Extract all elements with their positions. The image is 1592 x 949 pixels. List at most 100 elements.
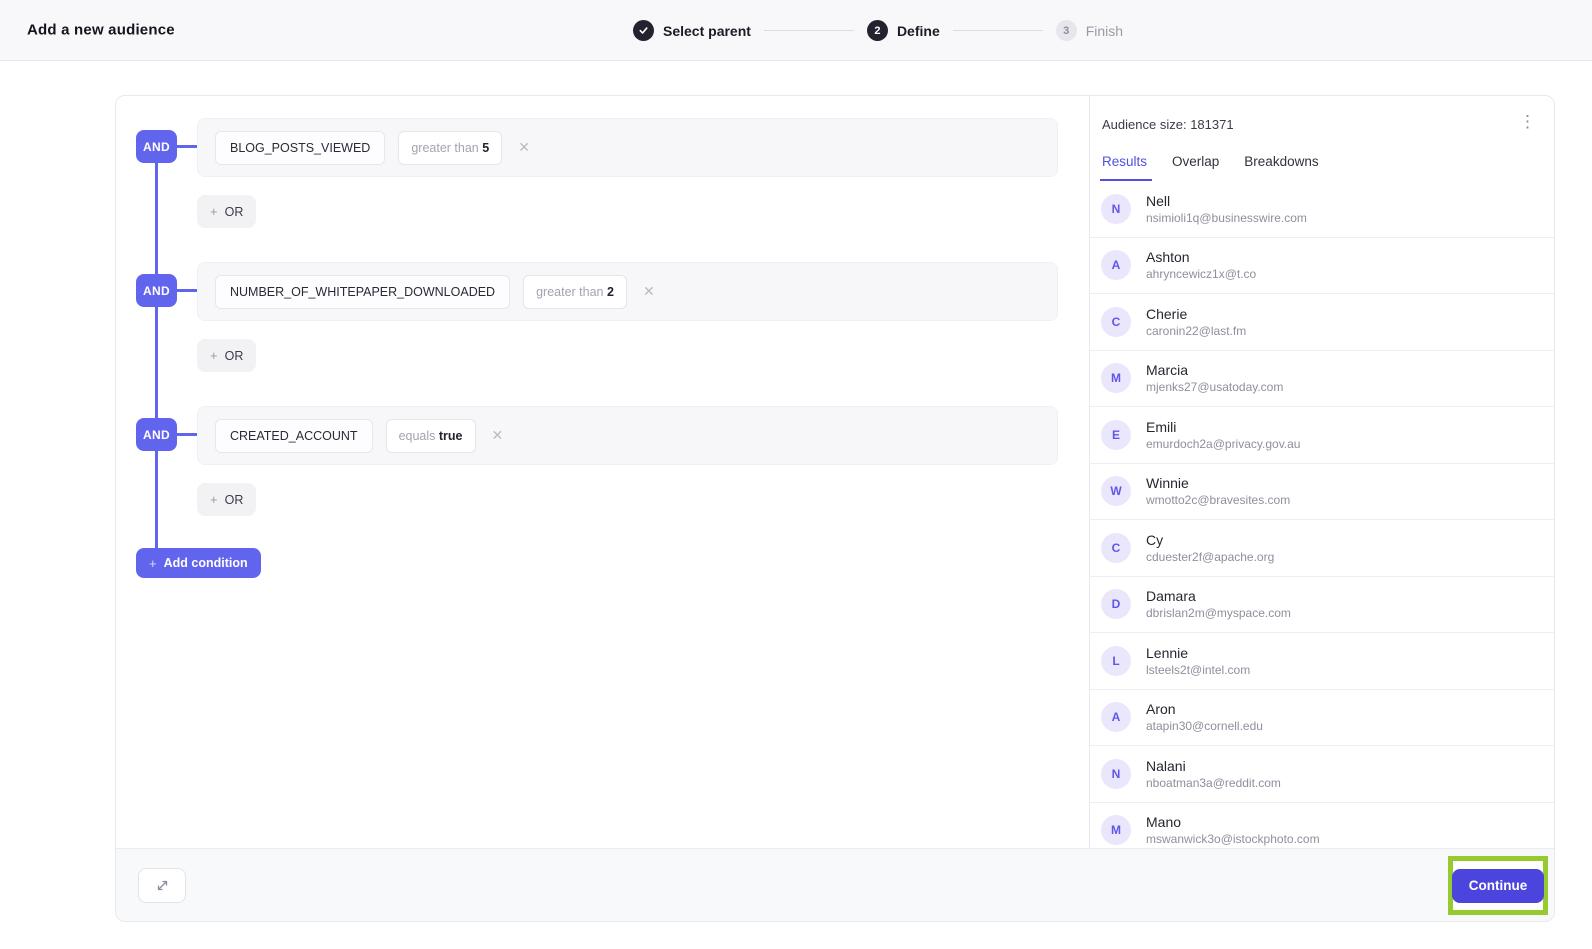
condition-row: NUMBER_OF_WHITEPAPER_DOWNLOADED greater … [197,262,1058,321]
member-email: ahryncewicz1x@t.co [1146,266,1256,282]
member-row[interactable]: MMarciamjenks27@usatoday.com [1090,351,1554,408]
add-condition-label: Add condition [164,556,248,570]
card-footer: Continue [116,848,1554,921]
continue-button[interactable]: Continue [1452,869,1545,903]
member-name: Nalani [1146,757,1281,775]
connector-line [177,289,197,292]
member-name: Emili [1146,418,1300,436]
tab-breakdowns[interactable]: Breakdowns [1244,154,1318,181]
member-name: Winnie [1146,474,1290,492]
tab-results[interactable]: Results [1102,154,1147,181]
connector-line [177,145,197,148]
step-label: Define [897,23,940,39]
member-row[interactable]: N Nellnsimioli1q@businesswire.com [1090,181,1554,238]
member-row[interactable]: MManomswanwick3o@istockphoto.com [1090,803,1554,849]
member-row[interactable]: C Cycduester2f@apache.org [1090,520,1554,577]
remove-condition-icon[interactable]: ✕ [518,139,530,156]
avatar: N [1101,194,1131,224]
step-connector [764,30,854,31]
avatar: C [1101,533,1131,563]
member-info: Winniewmotto2c@bravesites.com [1146,474,1290,508]
member-row[interactable]: L Lennielsteels2t@intel.com [1090,633,1554,690]
member-email: atapin30@cornell.edu [1146,718,1263,734]
condition-field-chip[interactable]: NUMBER_OF_WHITEPAPER_DOWNLOADED [215,275,510,309]
add-condition-button[interactable]: + Add condition [136,548,261,578]
plus-icon: + [210,348,218,363]
condition-builder: AND BLOG_POSTS_VIEWED greater than 5 ✕ +… [116,96,1089,848]
add-or-button[interactable]: + OR [197,195,256,228]
member-email: lsteels2t@intel.com [1146,662,1250,678]
member-row[interactable]: A Aronatapin30@cornell.edu [1090,690,1554,747]
or-label: OR [225,493,244,507]
member-name: Ashton [1146,248,1256,266]
condition-operator-chip[interactable]: greater than 5 [398,131,502,165]
member-name: Damara [1146,587,1291,605]
operator-value: true [439,429,463,443]
step-number-badge: 2 [867,20,888,41]
member-email: emurdoch2a@privacy.gov.au [1146,436,1300,452]
member-info: Damaradbrislan2m@myspace.com [1146,587,1291,621]
condition-operator-chip[interactable]: greater than 2 [523,275,627,309]
condition-row: BLOG_POSTS_VIEWED greater than 5 ✕ [197,118,1058,177]
step-define[interactable]: 2 Define [867,20,940,41]
audience-size-value: 181371 [1190,117,1233,132]
step-number-badge: 3 [1056,20,1077,41]
member-email: dbrislan2m@myspace.com [1146,605,1291,621]
step-connector [953,30,1043,31]
connector-line [177,433,197,436]
kebab-menu-icon[interactable]: ⋮ [1519,115,1536,129]
member-row[interactable]: WWinniewmotto2c@bravesites.com [1090,464,1554,521]
remove-condition-icon[interactable]: ✕ [643,283,655,300]
condition-row: CREATED_ACCOUNT equals true ✕ [197,406,1058,465]
and-operator-badge[interactable]: AND [136,418,177,451]
tab-overlap[interactable]: Overlap [1172,154,1219,181]
expand-icon [155,878,170,893]
member-email: cduester2f@apache.org [1146,549,1274,565]
add-or-button[interactable]: + OR [197,483,256,516]
member-row[interactable]: CCheriecaronin22@last.fm [1090,294,1554,351]
plus-icon: + [210,204,218,219]
member-info: Cheriecaronin22@last.fm [1146,305,1246,339]
member-info: Aronatapin30@cornell.edu [1146,700,1263,734]
member-info: Nalaninboatman3a@reddit.com [1146,757,1281,791]
member-info: Nellnsimioli1q@businesswire.com [1146,192,1307,226]
member-email: mjenks27@usatoday.com [1146,379,1283,395]
member-name: Lennie [1146,644,1250,662]
audience-size: Audience size: 181371 [1102,117,1234,132]
annotation-highlight-box: Continue [1448,856,1548,915]
member-info: Lennielsteels2t@intel.com [1146,644,1250,678]
member-name: Marcia [1146,361,1283,379]
and-operator-badge[interactable]: AND [136,274,177,307]
panel-header: Audience size: 181371 ⋮ [1090,96,1554,132]
avatar: L [1101,646,1131,676]
step-label: Finish [1086,23,1123,39]
condition-field-chip[interactable]: CREATED_ACCOUNT [215,419,373,453]
condition-operator-chip[interactable]: equals true [386,419,476,453]
audience-builder-card: AND BLOG_POSTS_VIEWED greater than 5 ✕ +… [115,95,1555,922]
member-row[interactable]: DDamaradbrislan2m@myspace.com [1090,577,1554,634]
add-or-button[interactable]: + OR [197,339,256,372]
member-info: Cycduester2f@apache.org [1146,531,1274,565]
and-operator-badge[interactable]: AND [136,130,177,163]
member-name: Nell [1146,192,1307,210]
top-bar: Add a new audience Select parent 2 Defin… [0,0,1592,61]
member-row[interactable]: A Ashtonahryncewicz1x@t.co [1090,238,1554,295]
member-email: nsimioli1q@businesswire.com [1146,210,1307,226]
member-row[interactable]: E Emiliemurdoch2a@privacy.gov.au [1090,407,1554,464]
remove-condition-icon[interactable]: ✕ [492,427,504,444]
step-select-parent[interactable]: Select parent [633,20,751,41]
avatar: A [1101,702,1131,732]
member-row[interactable]: NNalaninboatman3a@reddit.com [1090,746,1554,803]
or-label: OR [225,205,244,219]
stepper: Select parent 2 Define 3 Finish [633,0,1123,61]
expand-button[interactable] [138,868,186,903]
avatar: E [1101,420,1131,450]
avatar: M [1101,815,1131,845]
member-list: NNellnsimioli1q@businesswire.comAAshtona… [1090,181,1554,848]
condition-field-chip[interactable]: BLOG_POSTS_VIEWED [215,131,385,165]
member-name: Cy [1146,531,1274,549]
member-info: Marciamjenks27@usatoday.com [1146,361,1283,395]
avatar: A [1101,250,1131,280]
card-body: AND BLOG_POSTS_VIEWED greater than 5 ✕ +… [116,96,1554,848]
member-name: Mano [1146,813,1320,831]
